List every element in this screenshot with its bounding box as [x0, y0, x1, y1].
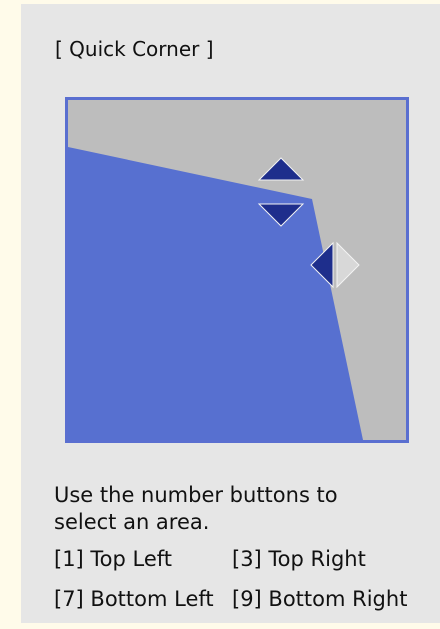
- corner-preview: [65, 97, 409, 443]
- key-bottom-left: [7] Bottom Left: [54, 587, 214, 611]
- key-top-left: [1] Top Left: [54, 547, 173, 571]
- instructions: Use the number buttons to select an area…: [54, 482, 440, 536]
- quick-corner-panel: [ Quick Corner ] Use the number buttons …: [21, 4, 440, 623]
- instruction-line-2: select an area.: [54, 510, 210, 534]
- triangle-right-icon[interactable]: [336, 241, 360, 289]
- page-title: [ Quick Corner ]: [55, 37, 214, 61]
- key-top-right: [3] Top Right: [232, 547, 366, 571]
- key-bottom-right: [9] Bottom Right: [232, 587, 408, 611]
- corner-preview-graphic: [65, 97, 409, 443]
- projected-image-area: [68, 147, 363, 440]
- triangle-up-icon[interactable]: [257, 157, 305, 181]
- instruction-line-1: Use the number buttons to: [54, 483, 338, 507]
